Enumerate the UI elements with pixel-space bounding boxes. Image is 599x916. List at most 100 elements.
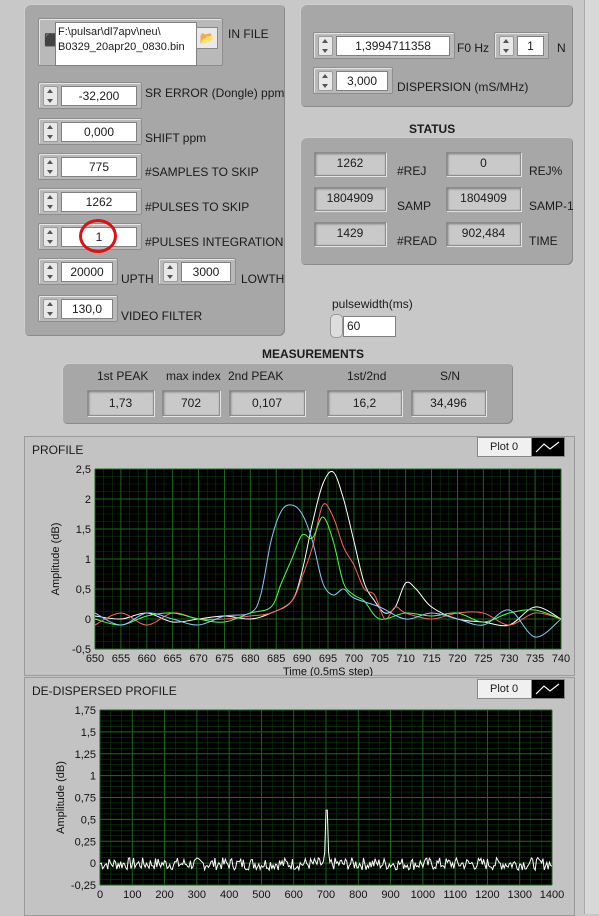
dedispersed-legend-swatch-icon <box>531 679 565 699</box>
f0-control[interactable]: 1,3994711358 <box>313 32 455 59</box>
x-tick-label: 690 <box>293 653 311 665</box>
second-peak-label: 2nd PEAK <box>228 369 284 383</box>
measurements-title: MEASUREMENTS <box>262 347 365 361</box>
browse-folder-button[interactable]: 📂 <box>196 27 218 49</box>
spin-arrows-icon[interactable] <box>43 157 58 177</box>
y-tick-label: 1,5 <box>81 727 96 739</box>
x-tick-label: 675 <box>215 653 233 665</box>
right-scrollbar-edge[interactable] <box>584 0 599 914</box>
x-tick-label: 700 <box>345 653 363 665</box>
spin-arrows-icon[interactable] <box>43 192 58 212</box>
y-tick-label: 0,5 <box>76 584 91 596</box>
x-tick-label: 1200 <box>475 889 499 901</box>
upth-control[interactable]: 20000 <box>38 258 118 285</box>
video-filter-label: VIDEO FILTER <box>121 309 203 323</box>
x-tick-label: 715 <box>422 653 440 665</box>
samp-label: SAMP <box>397 199 432 213</box>
samples-skip-field[interactable]: 775 <box>61 157 137 177</box>
spin-arrows-icon[interactable] <box>499 36 514 56</box>
upth-field[interactable]: 20000 <box>61 262 113 282</box>
x-tick-label: 720 <box>448 653 466 665</box>
y-tick-label: -0,25 <box>71 880 96 892</box>
sn-label: S/N <box>440 369 461 383</box>
dispersion-field[interactable]: 3,000 <box>336 71 388 91</box>
x-tick-label: 670 <box>189 653 207 665</box>
pulses-skip-field[interactable]: 1262 <box>61 192 137 212</box>
y-tick-label: 0 <box>90 858 96 870</box>
read-indicator: 1429 <box>314 222 386 246</box>
first-peak-indicator: 1,73 <box>87 390 154 416</box>
y-tick-label: 0,5 <box>81 814 96 826</box>
spin-arrows-icon[interactable] <box>43 299 58 319</box>
f0-field[interactable]: 1,3994711358 <box>336 36 450 56</box>
samples-skip-control[interactable]: 775 <box>38 153 142 180</box>
in-file-path-control[interactable]: ⬛ F:\pulsar\dl7apv\neu\ B0329_20apr20_08… <box>38 18 223 66</box>
y-tick-label: 2 <box>85 494 91 506</box>
spin-arrows-icon[interactable] <box>318 71 333 91</box>
sr-error-control[interactable]: -32,200 <box>38 82 142 109</box>
x-tick-label: 0 <box>97 889 103 901</box>
ratio-indicator: 16,2 <box>327 390 402 416</box>
shift-control[interactable]: 0,000 <box>38 118 142 145</box>
rej-pct-indicator: 0 <box>446 152 521 176</box>
video-filter-control[interactable]: 130,0 <box>38 295 118 322</box>
spin-arrows-icon[interactable] <box>318 36 333 56</box>
samp-indicator: 1804909 <box>314 187 386 211</box>
x-tick-label: 655 <box>112 653 130 665</box>
second-peak-indicator: 0,107 <box>229 390 305 416</box>
x-tick-label: 800 <box>349 889 367 901</box>
lowth-field[interactable]: 3000 <box>181 262 231 282</box>
time-label: TIME <box>529 234 558 248</box>
profile-legend-label: Plot 0 <box>490 441 519 453</box>
lowth-control[interactable]: 3000 <box>158 258 236 285</box>
y-axis-label: Amplitude (dB) <box>50 523 62 596</box>
n-field[interactable]: 1 <box>517 36 544 56</box>
sn-indicator: 34,496 <box>411 390 486 416</box>
x-tick-label: 1000 <box>411 889 435 901</box>
spin-arrows-icon[interactable] <box>43 262 58 282</box>
read-label: #READ <box>397 234 438 248</box>
x-tick-label: 600 <box>285 889 303 901</box>
sr-error-field[interactable]: -32,200 <box>61 86 137 106</box>
y-tick-label: 1 <box>85 554 91 566</box>
max-index-label: max index <box>166 369 221 383</box>
x-tick-label: 725 <box>474 653 492 665</box>
pulsewidth-label: pulsewidth(ms) <box>332 297 413 311</box>
shift-label: SHIFT ppm <box>145 131 207 145</box>
profile-legend-swatch-icon <box>531 437 565 457</box>
profile-title: PROFILE <box>32 443 84 457</box>
red-circle-annotation <box>79 219 117 253</box>
x-tick-label: 685 <box>267 653 285 665</box>
dispersion-control[interactable]: 3,000 <box>313 67 393 94</box>
pulses-integration-label: #PULSES INTEGRATION <box>145 235 284 249</box>
spin-arrows-icon[interactable] <box>43 86 58 106</box>
profile-chart: 650 655 660 665 670 675 680 685 690 695 700 705 710 7… <box>50 464 570 676</box>
in-file-label: IN FILE <box>228 27 269 41</box>
pulsewidth-spin-icon[interactable] <box>330 314 343 338</box>
x-tick-label: 1300 <box>507 889 531 901</box>
rej-indicator: 1262 <box>314 152 386 176</box>
dedispersed-chart: 0 100 200 300 400 500 600 700 800 900 1000 1100 1200… <box>55 705 564 901</box>
n-control[interactable]: 1 <box>494 32 549 59</box>
x-axis-label: Time (0.5mS step) <box>283 666 373 676</box>
shift-field[interactable]: 0,000 <box>61 122 137 142</box>
y-tick-label: 2,5 <box>76 464 91 476</box>
x-tick-label: 1100 <box>443 889 467 901</box>
y-tick-label: 0 <box>85 614 91 626</box>
x-tick-label: 695 <box>319 653 337 665</box>
spin-arrows-icon[interactable] <box>43 227 58 247</box>
x-tick-label: 500 <box>252 889 270 901</box>
spin-arrows-icon[interactable] <box>43 122 58 142</box>
x-tick-label: 705 <box>371 653 389 665</box>
pulses-skip-control[interactable]: 1262 <box>38 188 142 215</box>
samp1-label: SAMP-1 <box>529 199 574 213</box>
video-filter-field[interactable]: 130,0 <box>61 299 113 319</box>
pulsewidth-field[interactable]: 60 <box>343 316 396 337</box>
profile-legend[interactable]: Plot 0 <box>477 437 539 457</box>
spin-arrows-icon[interactable] <box>163 262 178 282</box>
ratio-label: 1st/2nd <box>347 369 387 383</box>
dedispersed-legend[interactable]: Plot 0 <box>477 679 539 699</box>
y-tick-label: -0,5 <box>72 644 91 656</box>
x-tick-label: 710 <box>396 653 414 665</box>
in-file-path-field[interactable]: F:\pulsar\dl7apv\neu\ B0329_20apr20_0830… <box>55 22 197 66</box>
